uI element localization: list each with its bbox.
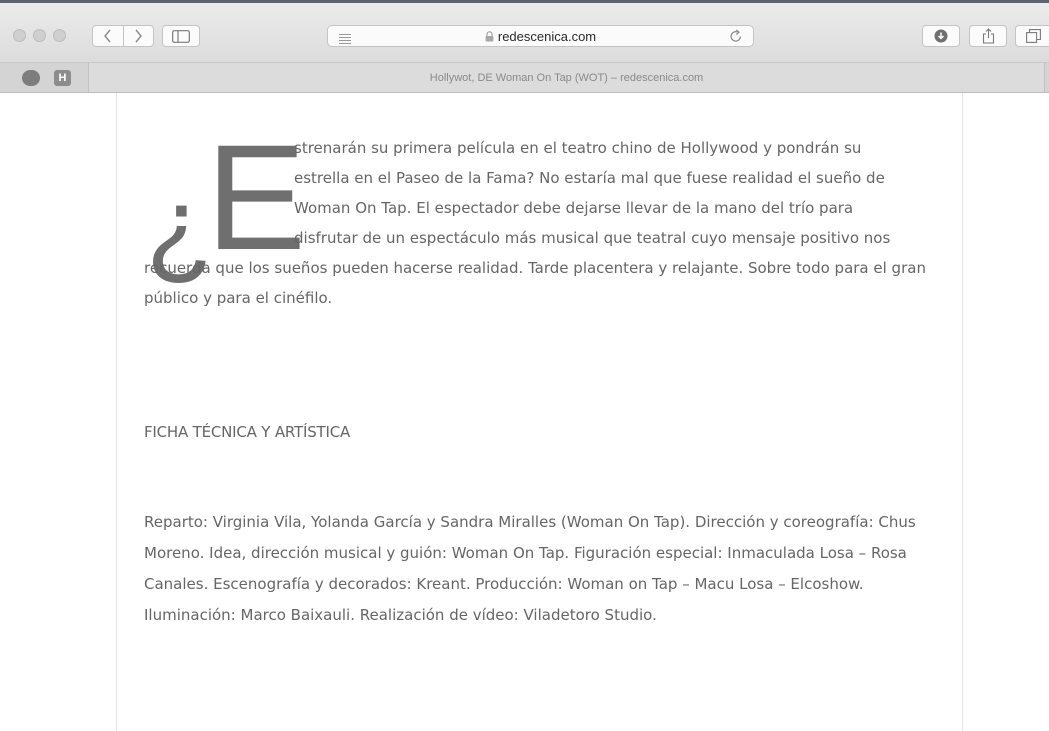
download-icon [934, 29, 948, 43]
article-body: strenarán su primera película en el teat… [144, 133, 934, 313]
intro-lines: strenarán su primera película en el teat… [144, 133, 934, 253]
zoom-window-button[interactable] [53, 29, 66, 42]
page-content: ¿ E strenarán su primera película en el … [0, 93, 1049, 731]
navigation-buttons [92, 25, 154, 47]
share-icon [982, 28, 994, 44]
close-window-button[interactable] [13, 29, 26, 42]
chevron-left-icon [103, 29, 111, 43]
content-right-border [962, 93, 963, 731]
forward-button[interactable] [122, 26, 154, 46]
lock-icon [485, 30, 494, 45]
tab-bar: H Hollywot, DE Woman On Tap (WOT) – rede… [0, 63, 1049, 93]
address-bar[interactable]: redescenica.com [327, 25, 754, 47]
window-top-edge [0, 0, 1049, 3]
tab-title: Hollywot, DE Woman On Tap (WOT) – redesc… [429, 71, 704, 84]
back-button[interactable] [93, 26, 123, 46]
intro-line: estrella en el Paseo de la Fama? No esta… [294, 169, 885, 187]
url-text-wrap: redescenica.com [328, 29, 753, 45]
downloads-button[interactable] [922, 25, 960, 47]
tabs-overview-button[interactable] [1015, 25, 1049, 47]
credits-paragraph: Reparto: Virginia Vila, Yolanda García y… [144, 513, 916, 624]
favorite-pill-icon[interactable] [22, 70, 40, 86]
content-left-border [116, 93, 117, 731]
reload-icon[interactable] [729, 28, 743, 48]
intro-continuation: recuerda que los sueños pueden hacerse r… [144, 259, 926, 307]
sidebar-icon [172, 29, 190, 43]
sidebar-button[interactable] [162, 25, 200, 47]
browser-toolbar: redescenica.com [0, 0, 1049, 63]
intro-line: strenarán su primera película en el teat… [294, 139, 862, 157]
chevron-right-icon [135, 29, 143, 43]
section-title: FICHA TÉCNICA Y ARTÍSTICA [144, 423, 351, 441]
minimize-window-button[interactable] [33, 29, 46, 42]
active-tab[interactable]: Hollywot, DE Woman On Tap (WOT) – redesc… [88, 63, 1045, 92]
share-button[interactable] [969, 25, 1007, 47]
url-text: redescenica.com [497, 29, 597, 44]
intro-line: disfrutar de un espectáculo más musical … [294, 229, 891, 247]
intro-line: Woman On Tap. El espectador debe dejarse… [294, 199, 854, 217]
tabs-icon [1026, 29, 1041, 43]
favorite-h-icon[interactable]: H [54, 70, 71, 86]
